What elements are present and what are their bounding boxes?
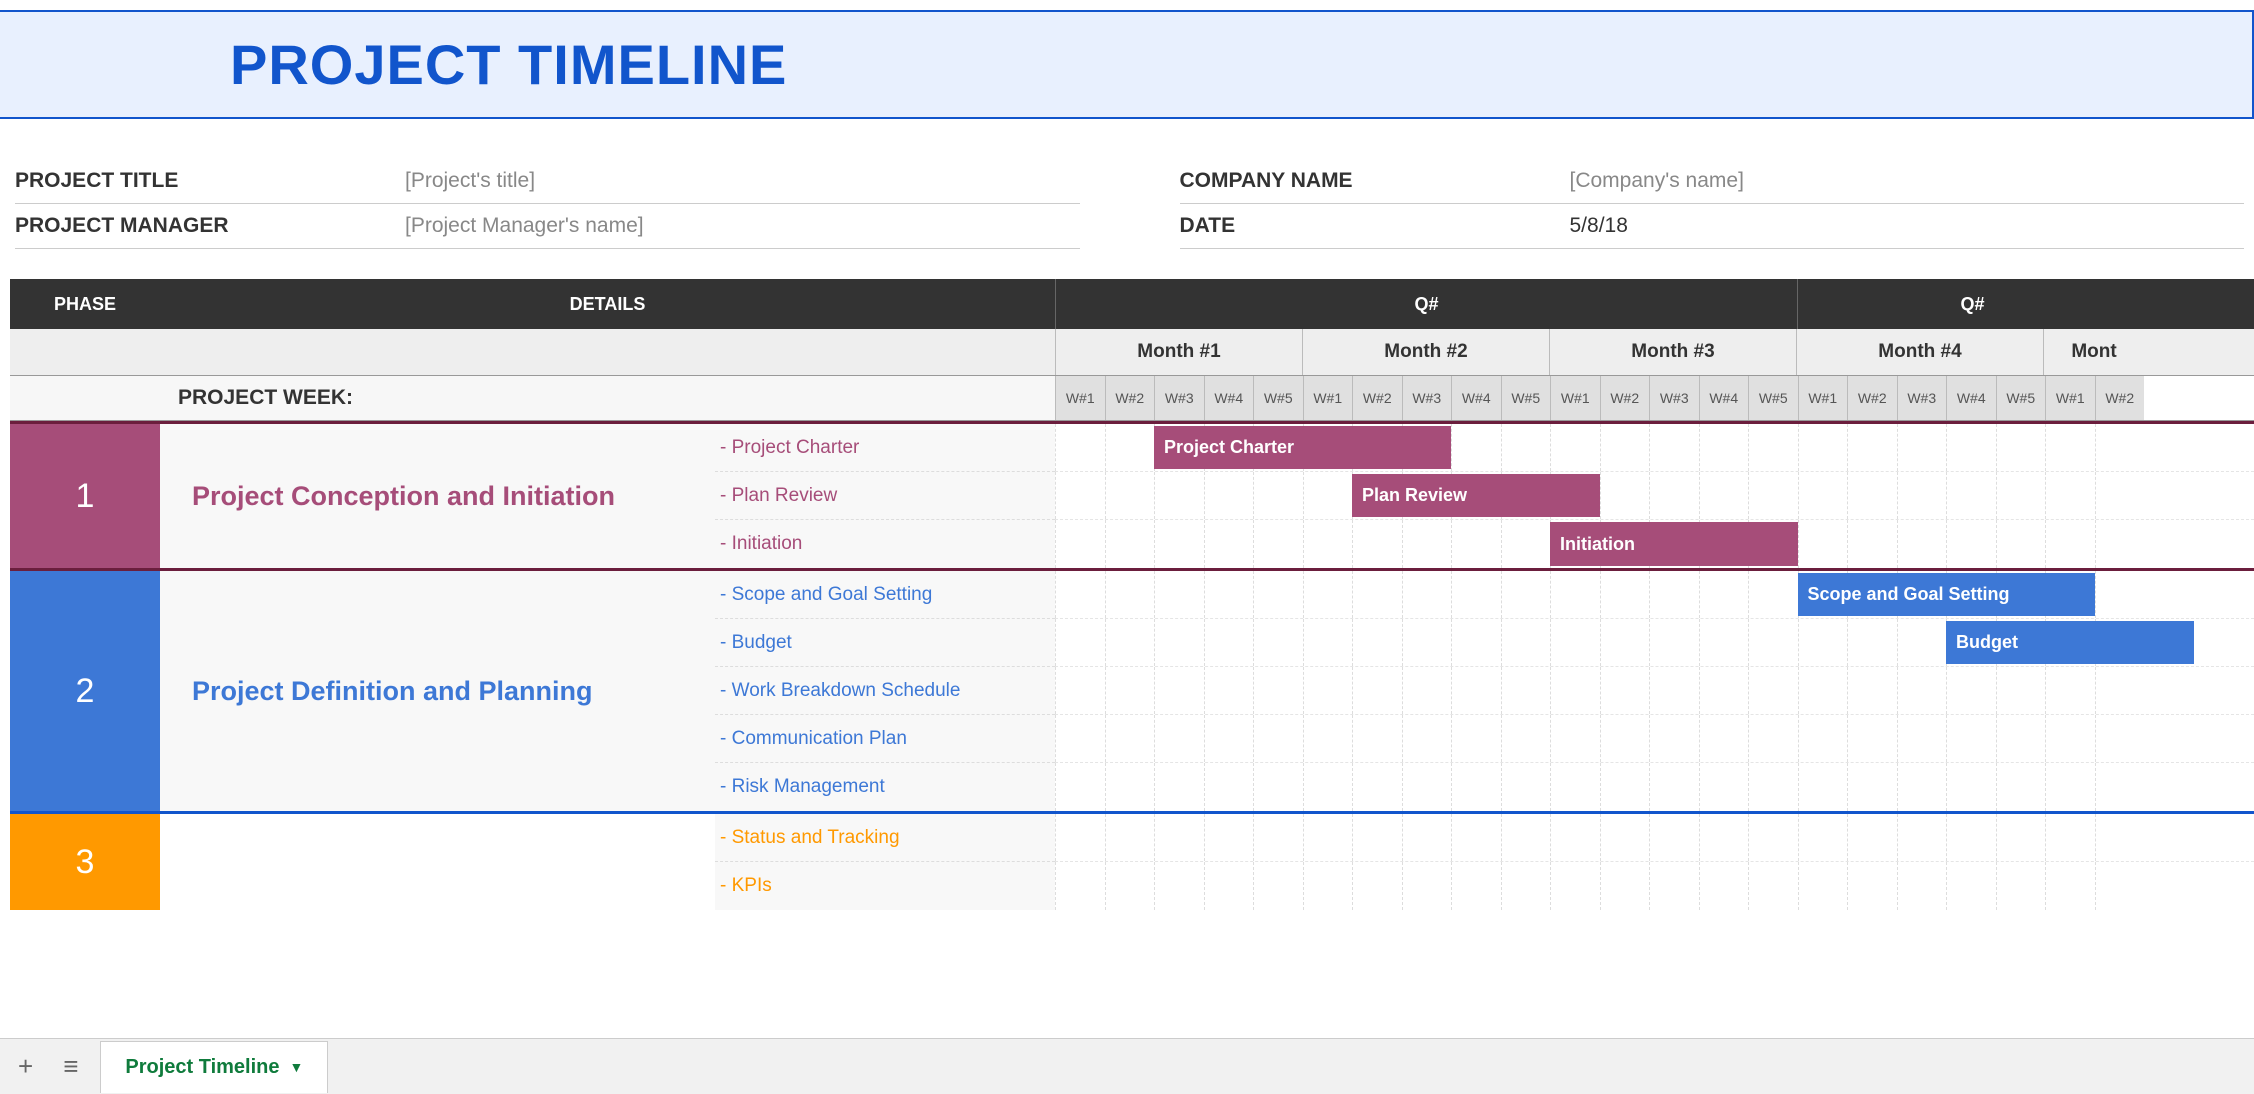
- meta-label: PROJECT MANAGER: [15, 214, 405, 238]
- meta-label: COMPANY NAME: [1180, 169, 1570, 193]
- week-header: W#1: [2045, 376, 2095, 420]
- bar-row: Project Charter: [1055, 424, 2254, 472]
- meta-row[interactable]: PROJECT MANAGER[Project Manager's name]: [15, 204, 1080, 249]
- meta-row[interactable]: COMPANY NAME[Company's name]: [1180, 159, 2245, 204]
- month-header: Month #2: [1302, 329, 1549, 375]
- week-header: W#3: [1649, 376, 1699, 420]
- month-header: Month #4: [1796, 329, 2043, 375]
- gantt-header-row: PHASE DETAILS Q# Q#: [10, 279, 2254, 329]
- phase-bars: Project Charter Plan Review Initiation: [1055, 424, 2254, 568]
- meta-right-column: COMPANY NAME[Company's name]DATE5/8/18: [1180, 159, 2245, 249]
- bar-row: [1055, 715, 2254, 763]
- week-header: W#2: [1352, 376, 1402, 420]
- gantt-bar[interactable]: Scope and Goal Setting: [1798, 573, 2095, 616]
- phase-name: Project Definition and Planning: [160, 571, 715, 811]
- phase-number: 3: [10, 814, 160, 910]
- gantt-bar[interactable]: Initiation: [1550, 522, 1798, 566]
- task-label[interactable]: - Communication Plan: [715, 715, 1055, 763]
- task-label[interactable]: - Initiation: [715, 520, 1055, 568]
- gantt-chart: PHASE DETAILS Q# Q# Month #1Month #2Mont…: [10, 279, 2254, 910]
- week-header: W#1: [1550, 376, 1600, 420]
- project-week-label: PROJECT WEEK:: [10, 376, 1055, 420]
- week-header: W#1: [1798, 376, 1848, 420]
- meta-label: PROJECT TITLE: [15, 169, 405, 193]
- week-header: W#5: [1501, 376, 1551, 420]
- bar-row: Scope and Goal Setting: [1055, 571, 2254, 619]
- week-header: W#1: [1055, 376, 1105, 420]
- phase-tasks: - Scope and Goal Setting- Budget- Work B…: [715, 571, 1055, 811]
- month-header: Mont: [2043, 329, 2144, 375]
- bar-row: [1055, 763, 2254, 811]
- header-phase: PHASE: [10, 294, 160, 315]
- meta-left-column: PROJECT TITLE[Project's title]PROJECT MA…: [15, 159, 1080, 249]
- phase-row: 2Project Definition and Planning- Scope …: [10, 571, 2254, 814]
- phase-bars: [1055, 814, 2254, 910]
- week-header: W#2: [1600, 376, 1650, 420]
- week-header: W#5: [1996, 376, 2046, 420]
- meta-value[interactable]: [Company's name]: [1570, 169, 1744, 193]
- gantt-bar[interactable]: Plan Review: [1352, 474, 1600, 517]
- page-title: PROJECT TIMELINE: [230, 32, 2242, 97]
- gantt-bar[interactable]: Project Charter: [1154, 426, 1451, 469]
- week-header: W#5: [1253, 376, 1303, 420]
- gantt-weeks-row: PROJECT WEEK: W#1W#2W#3W#4W#5W#1W#2W#3W#…: [10, 376, 2254, 421]
- bar-row: [1055, 814, 2254, 862]
- week-header: W#3: [1402, 376, 1452, 420]
- phase-number: 1: [10, 424, 160, 568]
- week-header: W#4: [1699, 376, 1749, 420]
- gantt-months-row: Month #1Month #2Month #3Month #4Mont: [10, 329, 2254, 376]
- meta-value[interactable]: [Project Manager's name]: [405, 214, 644, 238]
- sheet-tab-active[interactable]: Project Timeline ▼: [100, 1041, 328, 1093]
- meta-value[interactable]: [Project's title]: [405, 169, 535, 193]
- week-header: W#4: [1204, 376, 1254, 420]
- bar-row: Plan Review: [1055, 472, 2254, 520]
- header-details: DETAILS: [160, 294, 1055, 315]
- week-header: W#4: [1946, 376, 1996, 420]
- month-header: Month #1: [1055, 329, 1302, 375]
- phase-row: 3Project Launch & Execution- Status and …: [10, 814, 2254, 910]
- bar-row: [1055, 667, 2254, 715]
- meta-row[interactable]: PROJECT TITLE[Project's title]: [15, 159, 1080, 204]
- phase-name: Project Launch & Execution: [160, 814, 715, 910]
- meta-fields: PROJECT TITLE[Project's title]PROJECT MA…: [0, 119, 2254, 279]
- phase-number: 2: [10, 571, 160, 811]
- meta-row[interactable]: DATE5/8/18: [1180, 204, 2245, 249]
- week-header: W#4: [1451, 376, 1501, 420]
- month-header: Month #3: [1549, 329, 1796, 375]
- phase-tasks: - Status and Tracking- KPIs: [715, 814, 1055, 910]
- sheet-tab-label: Project Timeline: [125, 1056, 279, 1079]
- title-bar: PROJECT TIMELINE: [0, 10, 2254, 119]
- task-label[interactable]: - Risk Management: [715, 763, 1055, 811]
- caret-down-icon: ▼: [290, 1059, 304, 1075]
- week-header: W#3: [1897, 376, 1947, 420]
- week-header: W#5: [1748, 376, 1798, 420]
- meta-label: DATE: [1180, 214, 1570, 238]
- task-label[interactable]: - Work Breakdown Schedule: [715, 667, 1055, 715]
- bar-row: Budget: [1055, 619, 2254, 667]
- gantt-bar[interactable]: Budget: [1946, 621, 2194, 664]
- bar-row: Initiation: [1055, 520, 2254, 568]
- week-header: W#3: [1154, 376, 1204, 420]
- phase-name: Project Conception and Initiation: [160, 424, 715, 568]
- week-header: W#1: [1303, 376, 1353, 420]
- phase-bars: Scope and Goal Setting Budget: [1055, 571, 2254, 811]
- task-label[interactable]: - Project Charter: [715, 424, 1055, 472]
- task-label[interactable]: - KPIs: [715, 862, 1055, 910]
- meta-value[interactable]: 5/8/18: [1570, 214, 1628, 238]
- week-header: W#2: [1105, 376, 1155, 420]
- all-sheets-button[interactable]: ≡: [55, 1047, 86, 1086]
- add-sheet-button[interactable]: +: [10, 1047, 41, 1086]
- task-label[interactable]: - Scope and Goal Setting: [715, 571, 1055, 619]
- week-header: W#2: [2095, 376, 2145, 420]
- phase-tasks: - Project Charter- Plan Review- Initiati…: [715, 424, 1055, 568]
- sheet-tabs-bar: + ≡ Project Timeline ▼: [0, 1038, 2254, 1094]
- header-quarter-1: Q#: [1055, 279, 1797, 329]
- task-label[interactable]: - Budget: [715, 619, 1055, 667]
- task-label[interactable]: - Status and Tracking: [715, 814, 1055, 862]
- bar-row: [1055, 862, 2254, 910]
- task-label[interactable]: - Plan Review: [715, 472, 1055, 520]
- phase-row: 1Project Conception and Initiation- Proj…: [10, 421, 2254, 571]
- header-quarter-2: Q#: [1797, 279, 2147, 329]
- week-header: W#2: [1847, 376, 1897, 420]
